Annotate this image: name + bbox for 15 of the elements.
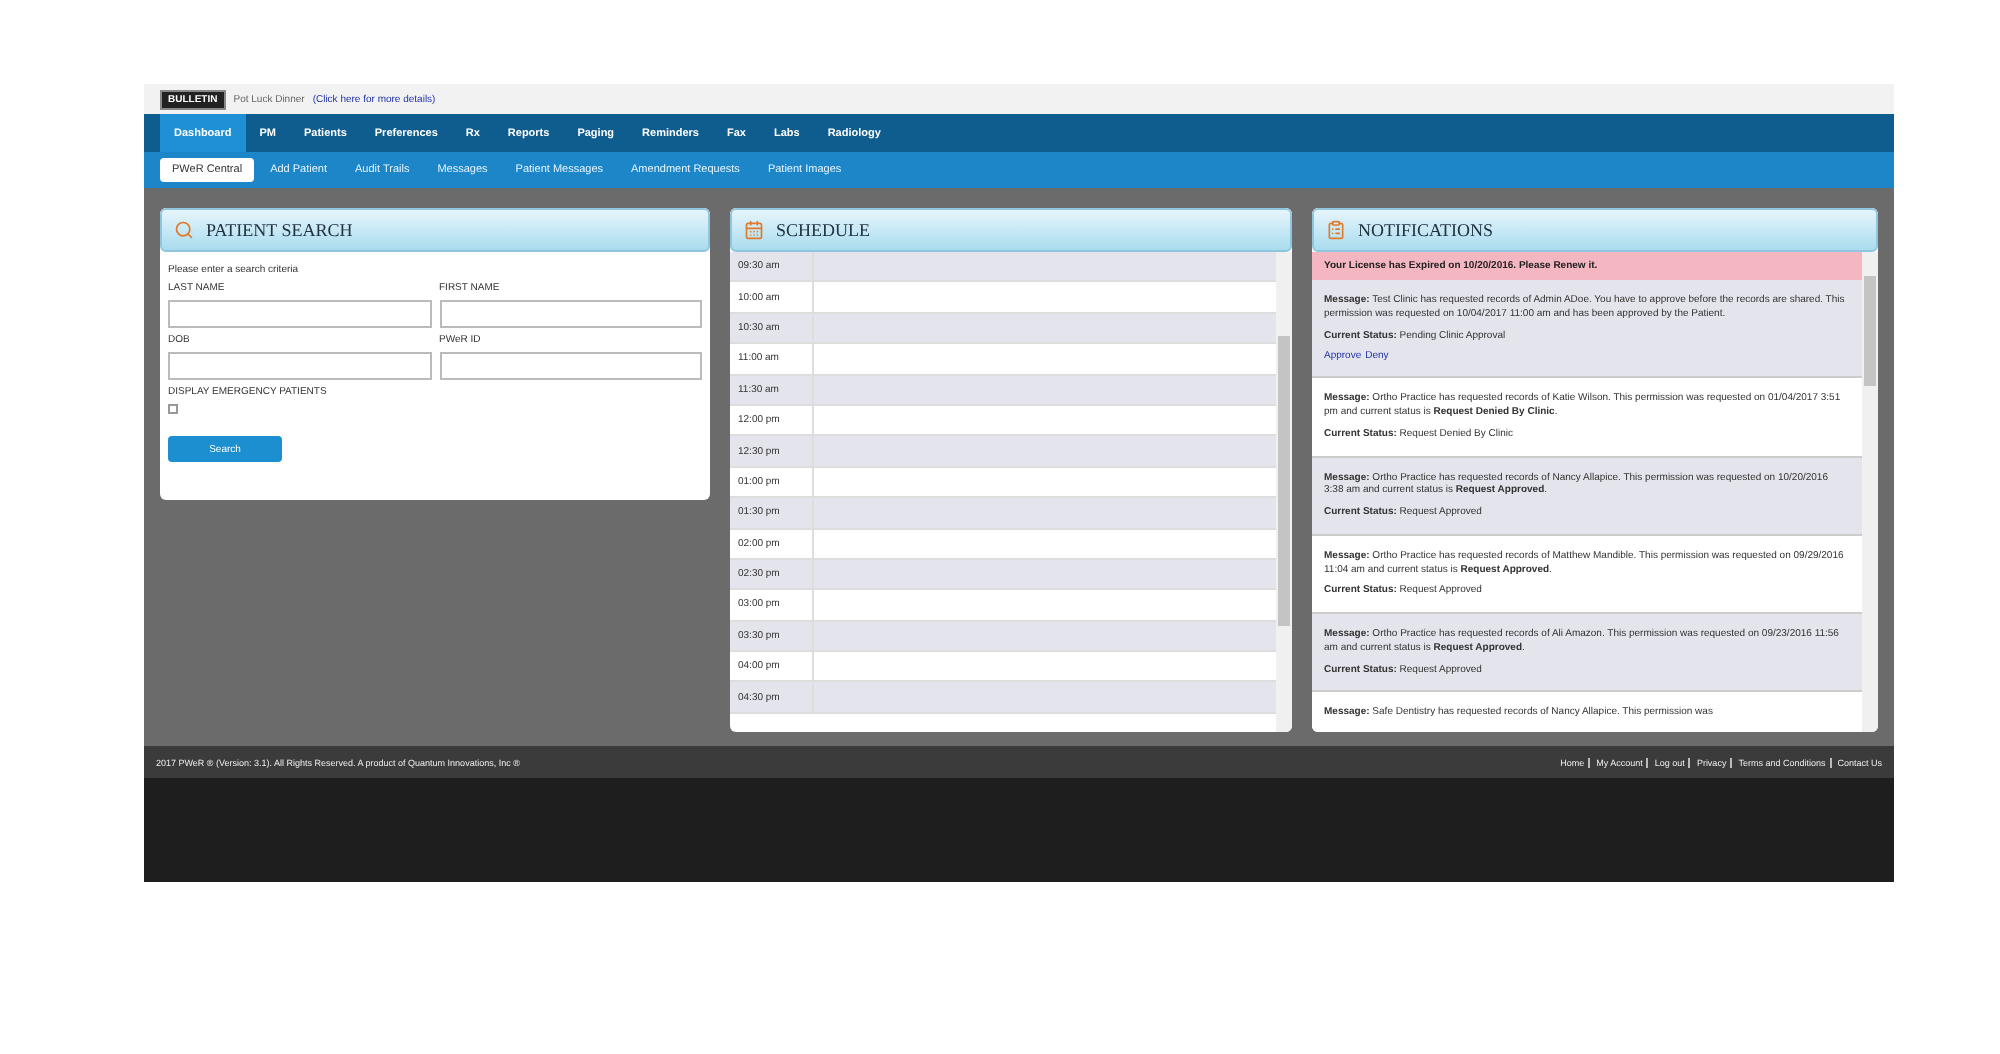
search-icon (174, 220, 194, 240)
scrollbar[interactable] (1276, 252, 1292, 732)
panel-title: SCHEDULE (776, 220, 870, 240)
scrollbar-thumb[interactable] (1278, 336, 1290, 626)
scrollbar[interactable] (1862, 252, 1878, 732)
scrollbar-thumb[interactable] (1864, 276, 1876, 386)
panel-title: PATIENT SEARCH (206, 220, 353, 240)
input-field[interactable] (439, 352, 702, 380)
panel-title: NOTIFICATIONS (1358, 220, 1493, 240)
input-field[interactable] (439, 300, 702, 328)
input-field[interactable] (168, 352, 431, 380)
calendar-icon (744, 220, 764, 240)
checkbox[interactable] (168, 404, 178, 414)
clipboard-icon (1326, 220, 1346, 240)
input-field[interactable] (168, 300, 431, 328)
